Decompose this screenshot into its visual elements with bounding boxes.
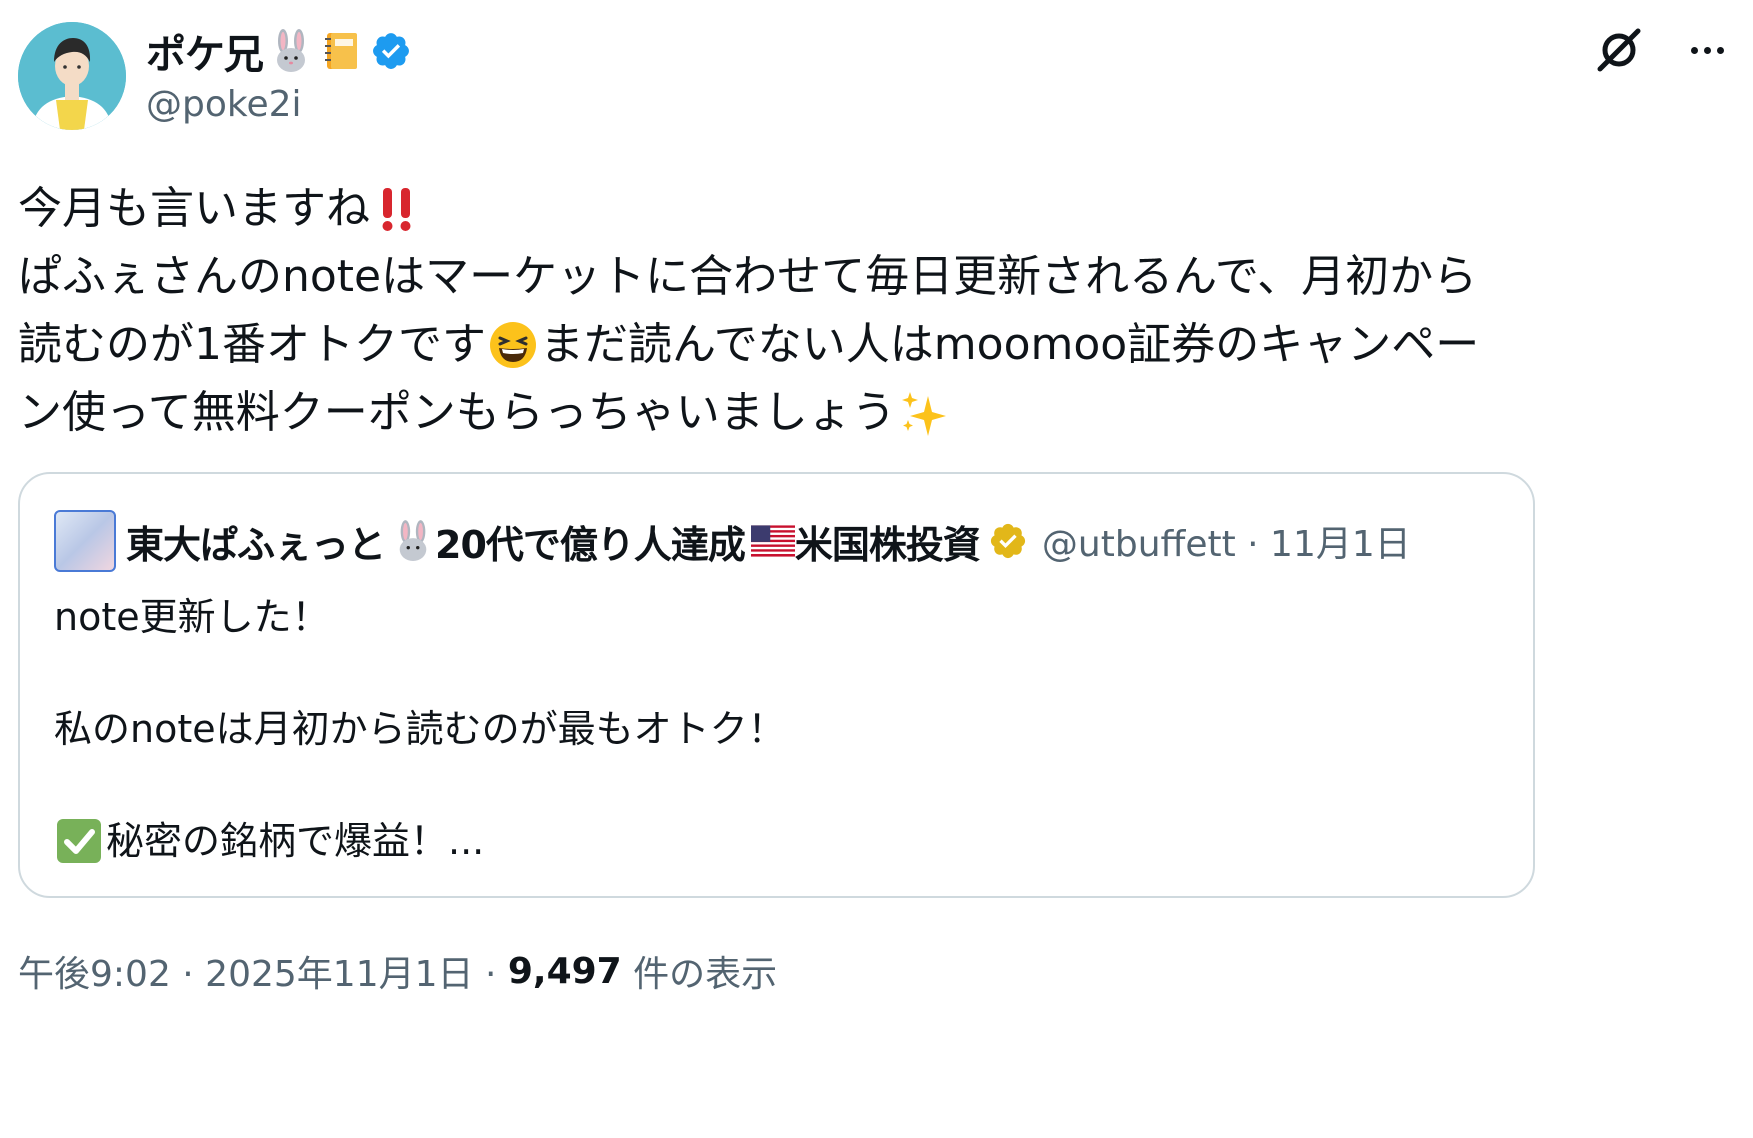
tweet-line-3: 読むのが1番オトクです まだ読んでない人はmoomoo証券のキャンペー	[18, 311, 1538, 379]
tweet-footer: 午後9:02 · 2025年11月1日 · 9,497 件の表示	[18, 945, 777, 997]
quoted-tweet-meta[interactable]: @utbuffett · 11月1日	[1042, 515, 1411, 567]
tweet-text-segment: ぱふぇさんのnoteはマーケットに合わせて毎日更新されるんで、月初から	[18, 251, 1478, 302]
tweet-text-segment: ン使って無料クーポンもらっちゃいましょう	[18, 387, 896, 438]
author-avatar[interactable]	[18, 22, 126, 130]
author-info: ポケ兄 @poke2i	[146, 24, 413, 125]
quoted-tweet-header: 東大ぱふぇっと 20代で億り人達成 米国株投資 @utbuffett · 11月…	[54, 510, 1411, 572]
quoted-author-name[interactable]: 東大ぱふぇっと 20代で億り人達成 米国株投資	[126, 514, 1030, 569]
quoted-tweet-body: note更新した！ 私のnoteは月初から読むのが最もオトク！ 秘密の銘柄で爆益…	[54, 589, 786, 869]
quoted-body-line: note更新した！	[54, 595, 330, 639]
double-exclamation-icon	[372, 184, 422, 234]
tweet-top-actions	[1593, 24, 1733, 76]
tweet-text-segment: 読むのが1番オトクです	[18, 319, 486, 370]
tweet-line-2: ぱふぇさんのnoteはマーケットに合わせて毎日更新されるんで、月初から	[18, 243, 1538, 311]
notebook-icon	[319, 29, 363, 73]
grok-icon	[1597, 28, 1641, 72]
view-count-label: 件の表示	[621, 954, 778, 995]
tweet-timestamp[interactable]: 午後9:02 · 2025年11月1日 ·	[18, 945, 508, 997]
more-options-icon	[1690, 46, 1698, 54]
quoted-body-line: 私のnoteは月初から読むのが最もオトク！	[54, 707, 786, 751]
tweet-line-4: ン使って無料クーポンもらっちゃいましょう	[18, 379, 1538, 447]
quoted-body-line-3: 秘密の銘柄で爆益！...	[54, 813, 786, 869]
rabbit-face-icon	[269, 29, 313, 73]
verified-badge-icon[interactable]	[369, 29, 413, 73]
avatar-illustration	[18, 22, 126, 130]
check-mark-button-icon	[54, 816, 104, 866]
quoted-author-name-part: 米国株投資	[794, 522, 981, 567]
rabbit-face-icon	[391, 519, 435, 563]
us-flag-icon	[750, 519, 795, 563]
sparkles-icon	[898, 388, 948, 438]
author-handle[interactable]: @poke2i	[146, 84, 413, 125]
tweet-line-1: 今月も言いますね	[18, 175, 1538, 243]
tweet-text-segment: 今月も言いますね	[18, 183, 370, 234]
author-display-name[interactable]: ポケ兄	[146, 22, 264, 80]
tweet-text: 今月も言いますね ぱふぇさんのnoteはマーケットに合わせて毎日更新されるんで、…	[18, 175, 1538, 447]
quoted-tweet-card[interactable]: 東大ぱふぇっと 20代で億り人達成 米国株投資 @utbuffett · 11月…	[18, 472, 1535, 898]
tweet-text-segment: まだ読んでない人はmoomoo証券のキャンペー	[540, 319, 1480, 370]
quoted-author-name-part: 東大ぱふぇっと	[126, 522, 386, 567]
verified-gold-badge-icon	[986, 519, 1030, 563]
quoted-body-text: 秘密の銘柄で爆益！...	[106, 819, 485, 863]
quoted-author-name-part: 20代で億り人達成	[435, 522, 746, 567]
view-count: 9,497	[507, 950, 622, 992]
quoted-body-spacer	[54, 645, 786, 701]
author-name-row[interactable]: ポケ兄	[146, 24, 413, 78]
grok-button[interactable]	[1593, 24, 1645, 76]
laughing-face-icon	[488, 320, 538, 370]
quoted-body-spacer	[54, 757, 786, 813]
quoted-author-avatar[interactable]	[54, 510, 116, 572]
more-options-button[interactable]	[1681, 24, 1733, 76]
